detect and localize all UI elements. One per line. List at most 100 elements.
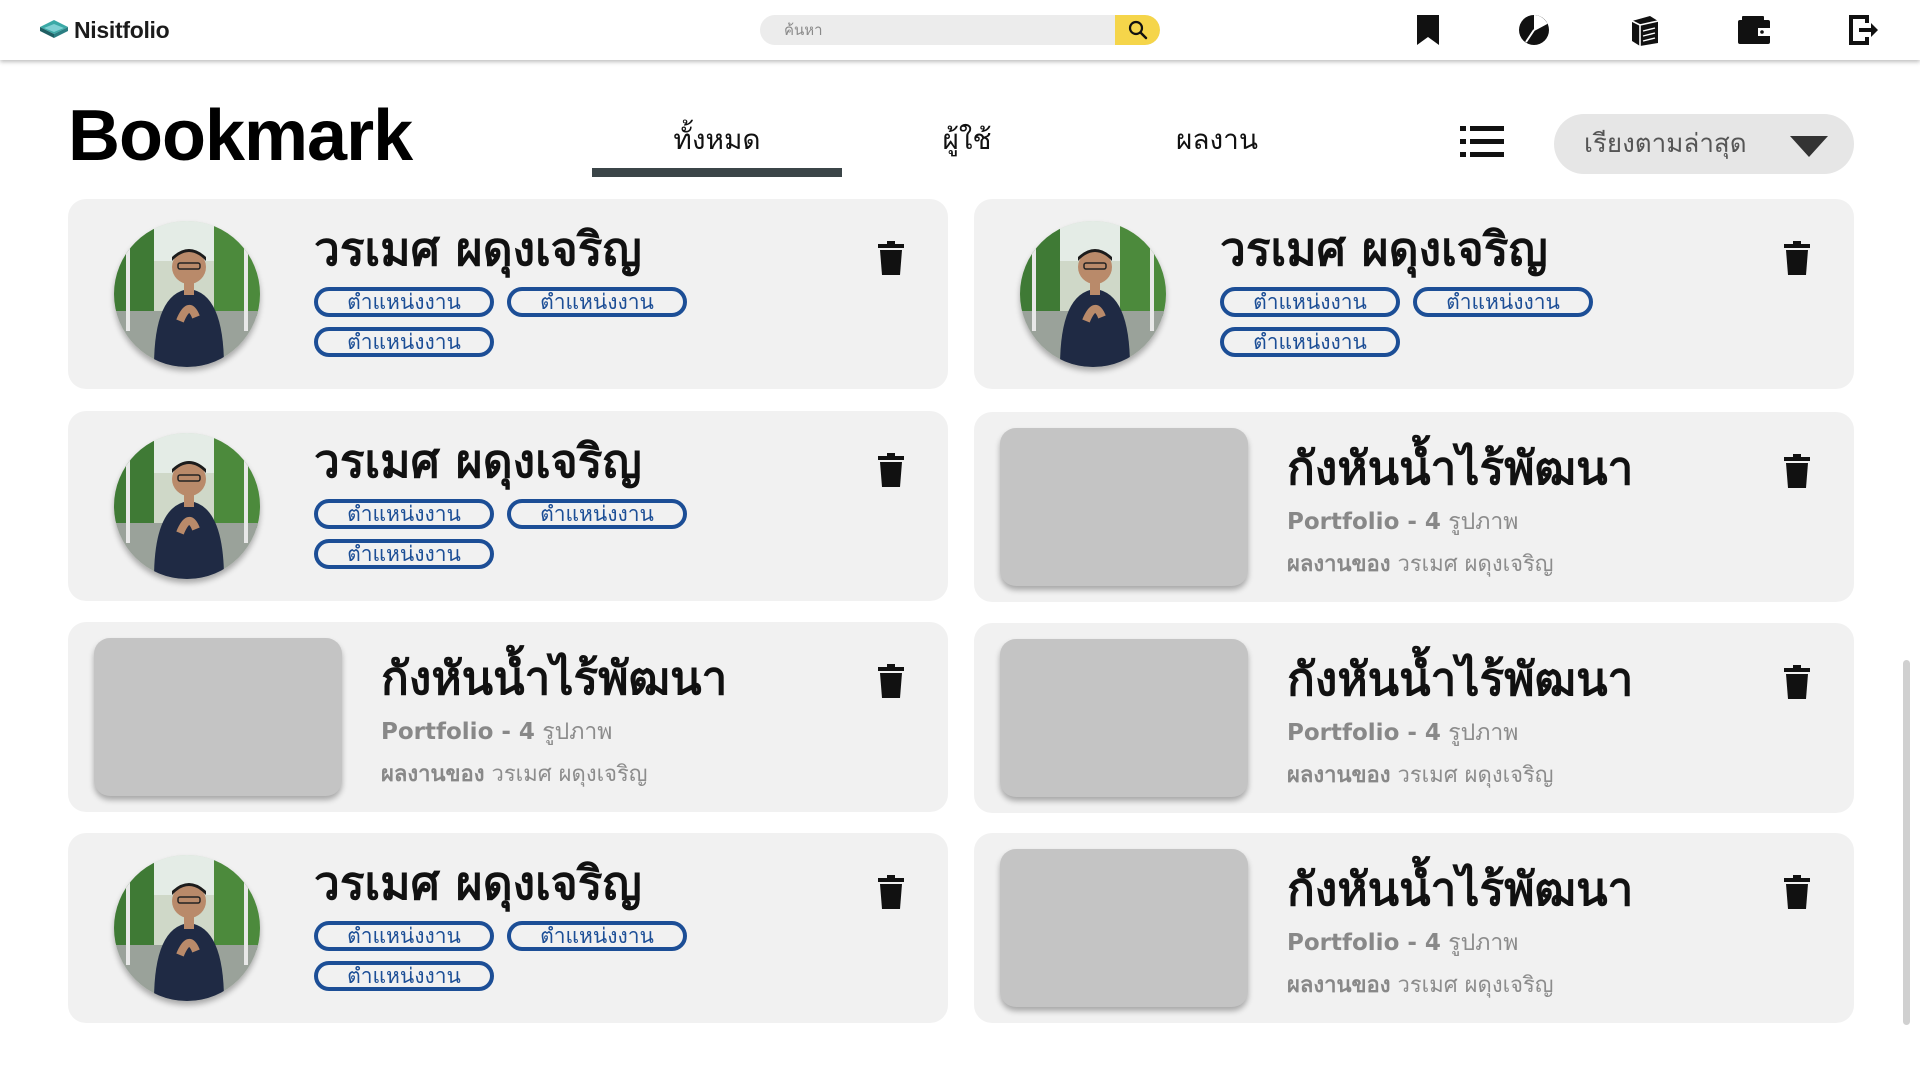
owner-label: ผลงานของ [1287, 763, 1391, 788]
logo[interactable]: Nisitfolio [38, 14, 170, 46]
delete-bookmark-button[interactable] [1777, 448, 1817, 494]
work-title: กังหันน้ำไร้พัฒนา [1287, 862, 1634, 916]
work-type: Portfolio - 4 [1287, 720, 1441, 746]
position-tag[interactable]: ตำแหน่งงาน [314, 499, 494, 529]
search-input[interactable] [760, 15, 1115, 45]
bookmark-card-work[interactable]: กังหันน้ำไร้พัฒนา Portfolio - 4 รูปภาพ ผ… [974, 412, 1854, 602]
user-name: วรเมศ ผดุงเจริญ [314, 434, 642, 488]
user-photo [114, 221, 260, 367]
owner-name: วรเมศ ผดุงเจริญ [1397, 552, 1554, 577]
trash-icon [1784, 875, 1810, 909]
bookmark-card-work[interactable]: กังหันน้ำไร้พัฒนา Portfolio - 4 รูปภาพ ผ… [68, 622, 948, 812]
trash-icon [1784, 665, 1810, 699]
work-owner: ผลงานของ วรเมศ ผดุงเจริญ [381, 756, 648, 791]
owner-label: ผลงานของ [1287, 973, 1391, 998]
work-thumbnail[interactable] [1000, 639, 1248, 797]
work-meta: Portfolio - 4 รูปภาพ [1287, 925, 1518, 961]
nav-portfolio-button[interactable] [1626, 11, 1664, 49]
delete-bookmark-button[interactable] [1777, 869, 1817, 915]
user-photo [1020, 221, 1166, 367]
bookmark-card-work[interactable]: กังหันน้ำไร้พัฒนา Portfolio - 4 รูปภาพ ผ… [974, 623, 1854, 813]
work-image-count-label: รูปภาพ [1448, 720, 1519, 746]
work-type: Portfolio - 4 [381, 719, 535, 745]
active-tab-indicator [592, 168, 842, 177]
nav-stats-button[interactable] [1515, 11, 1553, 49]
trash-icon [878, 875, 904, 909]
delete-bookmark-button[interactable] [871, 447, 911, 493]
sort-dropdown[interactable]: เรียงตามล่าสุด [1554, 114, 1854, 174]
work-owner: ผลงานของ วรเมศ ผดุงเจริญ [1287, 546, 1554, 581]
list-view-icon[interactable] [1460, 124, 1504, 160]
nav-logout-button[interactable] [1844, 11, 1882, 49]
work-thumbnail[interactable] [1000, 849, 1248, 1007]
scrollbar-thumb[interactable] [1903, 660, 1910, 1025]
owner-name: วรเมศ ผดุงเจริญ [1397, 763, 1554, 788]
nav-wallet-button[interactable] [1735, 11, 1773, 49]
work-thumbnail[interactable] [94, 638, 342, 796]
avatar[interactable] [114, 433, 260, 579]
bookmark-card-user[interactable]: วรเมศ ผดุงเจริญ ตำแหน่งงาน ตำแหน่งงาน ตำ… [68, 199, 948, 389]
work-type: Portfolio - 4 [1287, 509, 1441, 535]
position-tag[interactable]: ตำแหน่งงาน [1220, 327, 1400, 357]
bookmark-card-user[interactable]: วรเมศ ผดุงเจริญ ตำแหน่งงาน ตำแหน่งงาน ตำ… [974, 199, 1854, 389]
delete-bookmark-button[interactable] [871, 235, 911, 281]
sort-label: เรียงตามล่าสุด [1584, 129, 1747, 159]
position-tag[interactable]: ตำแหน่งงาน [314, 921, 494, 951]
logout-icon [1849, 15, 1878, 45]
tab-all[interactable]: ทั้งหมด [592, 118, 842, 162]
work-image-count-label: รูปภาพ [1448, 509, 1519, 535]
work-owner: ผลงานของ วรเมศ ผดุงเจริญ [1287, 967, 1554, 1002]
bookmark-card-user[interactable]: วรเมศ ผดุงเจริญ ตำแหน่งงาน ตำแหน่งงาน ตำ… [68, 833, 948, 1023]
work-thumbnail[interactable] [1000, 428, 1248, 586]
work-image-count-label: รูปภาพ [542, 719, 613, 745]
work-type: Portfolio - 4 [1287, 930, 1441, 956]
position-tag[interactable]: ตำแหน่งงาน [507, 287, 687, 317]
trash-icon [1784, 241, 1810, 275]
position-tag[interactable]: ตำแหน่งงาน [1220, 287, 1400, 317]
position-tag[interactable]: ตำแหน่งงาน [507, 499, 687, 529]
trash-icon [878, 453, 904, 487]
position-tag[interactable]: ตำแหน่งงาน [314, 287, 494, 317]
owner-label: ผลงานของ [381, 762, 485, 787]
user-photo [114, 433, 260, 579]
delete-bookmark-button[interactable] [1777, 235, 1817, 281]
user-photo [114, 855, 260, 1001]
user-name: วรเมศ ผดุงเจริญ [314, 856, 642, 910]
chevron-down-icon [1790, 136, 1828, 157]
user-name: วรเมศ ผดุงเจริญ [314, 222, 642, 276]
logo-text: Nisitfolio [74, 16, 170, 43]
tab-works[interactable]: ผลงาน [1092, 118, 1342, 162]
bookmark-icon [1417, 15, 1439, 45]
bookmark-card-user[interactable]: วรเมศ ผดุงเจริญ ตำแหน่งงาน ตำแหน่งงาน ตำ… [68, 411, 948, 601]
trash-icon [878, 241, 904, 275]
wallet-icon [1738, 16, 1770, 44]
owner-name: วรเมศ ผดุงเจริญ [1397, 973, 1554, 998]
avatar[interactable] [1020, 221, 1166, 367]
work-meta: Portfolio - 4 รูปภาพ [1287, 504, 1518, 540]
position-tag[interactable]: ตำแหน่งงาน [314, 539, 494, 569]
work-title: กังหันน้ำไร้พัฒนา [1287, 652, 1634, 706]
bookmark-card-work[interactable]: กังหันน้ำไร้พัฒนา Portfolio - 4 รูปภาพ ผ… [974, 833, 1854, 1023]
avatar[interactable] [114, 221, 260, 367]
top-navbar: Nisitfolio [0, 0, 1920, 60]
user-name: วรเมศ ผดุงเจริญ [1220, 222, 1548, 276]
position-tag[interactable]: ตำแหน่งงาน [314, 961, 494, 991]
work-title: กังหันน้ำไร้พัฒนา [1287, 441, 1634, 495]
delete-bookmark-button[interactable] [871, 869, 911, 915]
avatar[interactable] [114, 855, 260, 1001]
trash-icon [878, 664, 904, 698]
portfolio-icon [1631, 16, 1659, 46]
owner-name: วรเมศ ผดุงเจริญ [491, 762, 648, 787]
nav-bookmark-button[interactable] [1409, 11, 1447, 49]
book-stack-logo-icon [40, 20, 68, 38]
trash-icon [1784, 454, 1810, 488]
delete-bookmark-button[interactable] [1777, 659, 1817, 705]
position-tag[interactable]: ตำแหน่งงาน [1413, 287, 1593, 317]
position-tag[interactable]: ตำแหน่งงาน [314, 327, 494, 357]
pie-chart-icon [1519, 15, 1549, 45]
position-tag[interactable]: ตำแหน่งงาน [507, 921, 687, 951]
work-image-count-label: รูปภาพ [1448, 930, 1519, 956]
tab-users[interactable]: ผู้ใช้ [842, 118, 1092, 162]
search-button[interactable] [1115, 15, 1160, 45]
delete-bookmark-button[interactable] [871, 658, 911, 704]
